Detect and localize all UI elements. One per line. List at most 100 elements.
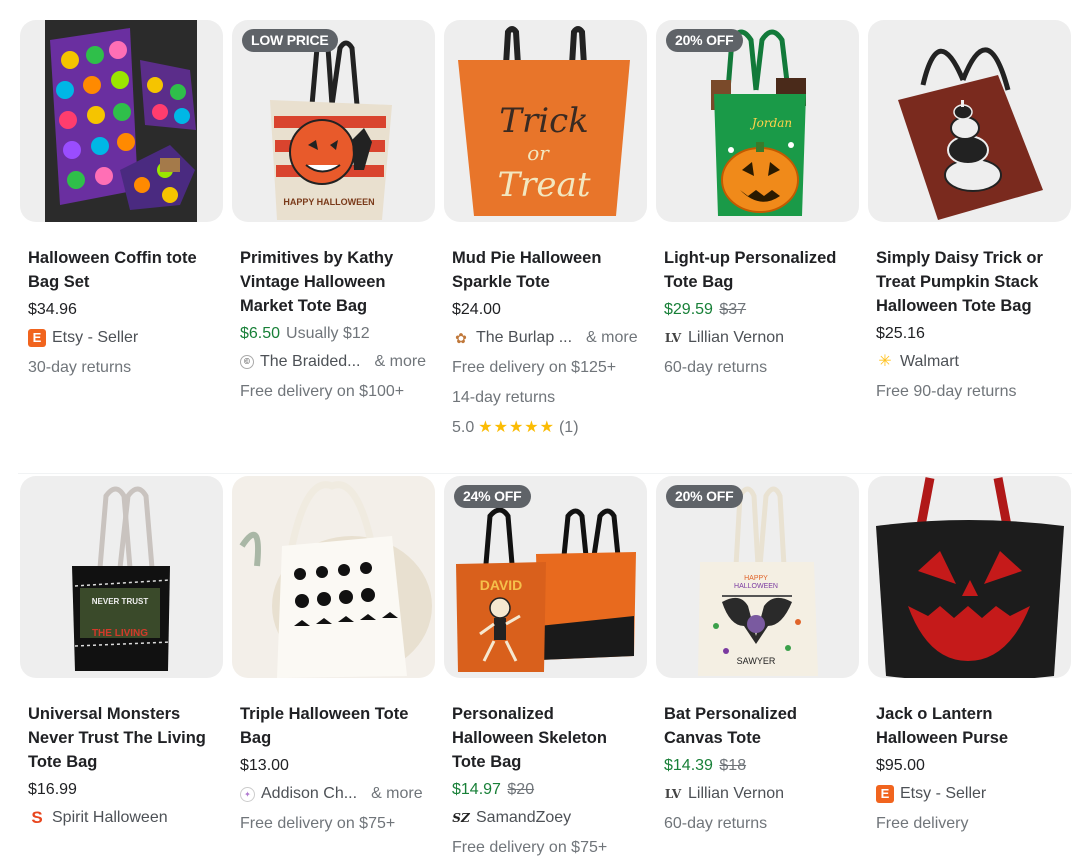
bag-print-text: Jordan — [749, 116, 792, 130]
more-merchants-link[interactable]: & more — [371, 782, 423, 806]
merchant-name: Spirit Halloween — [52, 809, 168, 826]
returns-info: 14-day returns — [452, 389, 556, 406]
pumpkin-stack-tote-illustration — [898, 47, 1043, 220]
product-image[interactable] — [232, 476, 435, 678]
product-card[interactable]: 20% OFF Jordan Light-up Personalized Tot… — [656, 0, 859, 474]
product-title[interactable]: Bat Personalized Canvas Tote — [664, 702, 849, 750]
bag-print-text: or — [527, 141, 550, 165]
delivery-info: Free delivery — [876, 815, 969, 832]
product-row-1: Halloween Coffin tote Bag Set $34.96 E E… — [18, 0, 1072, 474]
merchant[interactable]: E Etsy - Seller — [28, 326, 223, 350]
bag-print-text: THE LIVING — [92, 628, 148, 639]
product-row-2: NEVER TRUST THE LIVING Universal Monster… — [18, 474, 1072, 856]
product-price: $24.00 — [452, 301, 501, 318]
product-card[interactable]: Jack o Lantern Halloween Purse $95.00 E … — [868, 474, 1071, 832]
product-image[interactable] — [20, 20, 223, 222]
merchant[interactable]: ✦ Addison Ch... & more — [240, 782, 435, 806]
product-image[interactable]: 20% OFF HAPPY HALLOWEEN SAWYER — [656, 476, 859, 678]
delivery-info: Free delivery on $75+ — [240, 815, 396, 832]
trick-or-treat-tote-illustration: Trick or Treat — [458, 26, 630, 216]
product-title[interactable]: Universal Monsters Never Trust The Livin… — [28, 702, 213, 774]
product-card[interactable]: Halloween Coffin tote Bag Set $34.96 E E… — [20, 0, 223, 474]
product-price: $14.97 $20 — [452, 778, 647, 802]
lv-icon: LV — [664, 331, 682, 345]
product-price: $34.96 — [28, 301, 77, 318]
addison-icon: ✦ — [240, 786, 255, 802]
walmart-icon: ✳ — [878, 353, 892, 370]
original-price: $18 — [719, 757, 747, 774]
returns-info: 30-day returns — [28, 359, 132, 376]
jack-o-lantern-purse-illustration — [876, 477, 1064, 678]
original-price: $20 — [507, 781, 535, 798]
product-image[interactable]: 20% OFF Jordan — [656, 20, 859, 222]
product-card[interactable]: Triple Halloween Tote Bag $13.00 ✦ Addis… — [232, 474, 435, 832]
usual-price: Usually $12 — [286, 325, 370, 342]
sale-price: $14.39 — [664, 757, 713, 774]
original-price: $37 — [719, 301, 747, 318]
merchant[interactable]: SZ SamandZoey — [452, 806, 647, 830]
etsy-icon: E — [28, 329, 46, 347]
merchant[interactable]: © The Braided... & more — [240, 350, 435, 374]
product-price: $29.59 $37 — [664, 298, 859, 322]
product-title[interactable]: Primitives by Kathy Vintage Halloween Ma… — [240, 246, 425, 318]
merchant-name: Lillian Vernon — [688, 785, 785, 802]
delivery-info: Free delivery on $125+ — [452, 359, 617, 376]
merchant-name: Addison Ch... — [261, 785, 358, 802]
triple-halloween-tote-illustration — [239, 481, 432, 678]
discount-badge: LOW PRICE — [242, 29, 338, 52]
product-title[interactable]: Mud Pie Halloween Sparkle Tote — [452, 246, 637, 294]
merchant-name: SamandZoey — [476, 809, 572, 826]
store-icon: © — [240, 355, 254, 369]
product-title[interactable]: Halloween Coffin tote Bag Set — [28, 246, 213, 294]
bag-print-text: Trick — [499, 101, 588, 141]
product-card[interactable]: 20% OFF HAPPY HALLOWEEN SAWYER Bat Perso… — [656, 474, 859, 832]
more-merchants-link[interactable]: & more — [586, 326, 638, 350]
merchant[interactable]: E Etsy - Seller — [876, 782, 1071, 806]
sale-price: $29.59 — [664, 301, 713, 318]
product-image[interactable]: LOW PRICE HAPPY HALLOWEEN — [232, 20, 435, 222]
product-rating[interactable]: 5.0 ★★★★★ (1) — [452, 416, 647, 440]
product-title[interactable]: Jack o Lantern Halloween Purse — [876, 702, 1061, 750]
merchant[interactable]: ✳ Walmart — [876, 350, 1071, 374]
more-merchants-link[interactable]: & more — [375, 350, 427, 374]
merchant[interactable]: ✿ The Burlap ... & more — [452, 326, 647, 350]
merchant[interactable]: S Spirit Halloween — [28, 806, 223, 830]
product-card[interactable]: 24% OFF DAVID Personalized Halloween Ske… — [444, 474, 647, 856]
merchant-name: The Braided... — [260, 353, 361, 370]
discount-badge: 24% OFF — [454, 485, 531, 508]
product-image[interactable] — [868, 20, 1071, 222]
product-price: $25.16 — [876, 325, 925, 342]
spirit-icon: S — [31, 808, 43, 827]
product-card[interactable]: LOW PRICE HAPPY HALLOWEEN Primitives by … — [232, 0, 435, 474]
bag-print-text: HALLOWEEN — [734, 583, 778, 590]
product-card[interactable]: NEVER TRUST THE LIVING Universal Monster… — [20, 474, 223, 827]
sz-icon: SZ — [452, 811, 470, 825]
sale-price: $6.50 — [240, 325, 281, 342]
star-rating-icon: ★★★★★ — [478, 419, 555, 436]
sale-price: $14.97 — [452, 781, 501, 798]
product-image[interactable]: 24% OFF DAVID — [444, 476, 647, 678]
rating-value: 5.0 — [452, 419, 475, 436]
bag-print-text: HAPPY HALLOWEEN — [283, 197, 374, 207]
product-title[interactable]: Personalized Halloween Skeleton Tote Bag — [452, 702, 637, 774]
product-card[interactable]: Trick or Treat Mud Pie Halloween Sparkle… — [444, 0, 647, 474]
product-price: $6.50 Usually $12 — [240, 322, 435, 346]
product-card[interactable]: Simply Daisy Trick or Treat Pumpkin Stac… — [868, 0, 1071, 474]
product-price: $95.00 — [876, 757, 925, 774]
delivery-info: Free delivery on $100+ — [240, 383, 405, 400]
product-title[interactable]: Light-up Personalized Tote Bag — [664, 246, 849, 294]
product-price: $13.00 — [240, 757, 289, 774]
product-image[interactable] — [868, 476, 1071, 678]
bag-print-text: HAPPY — [744, 575, 768, 582]
merchant[interactable]: LV Lillian Vernon — [664, 782, 859, 806]
discount-badge: 20% OFF — [666, 485, 743, 508]
product-image[interactable]: Trick or Treat — [444, 20, 647, 222]
product-title[interactable]: Triple Halloween Tote Bag — [240, 702, 425, 750]
merchant[interactable]: LV Lillian Vernon — [664, 326, 859, 350]
product-title[interactable]: Simply Daisy Trick or Treat Pumpkin Stac… — [876, 246, 1061, 318]
monsters-tote-illustration: NEVER TRUST THE LIVING — [72, 486, 171, 671]
product-image[interactable]: NEVER TRUST THE LIVING — [20, 476, 223, 678]
returns-info: 60-day returns — [664, 359, 768, 376]
review-count: (1) — [558, 419, 579, 436]
bag-print-text: DAVID — [480, 577, 523, 593]
